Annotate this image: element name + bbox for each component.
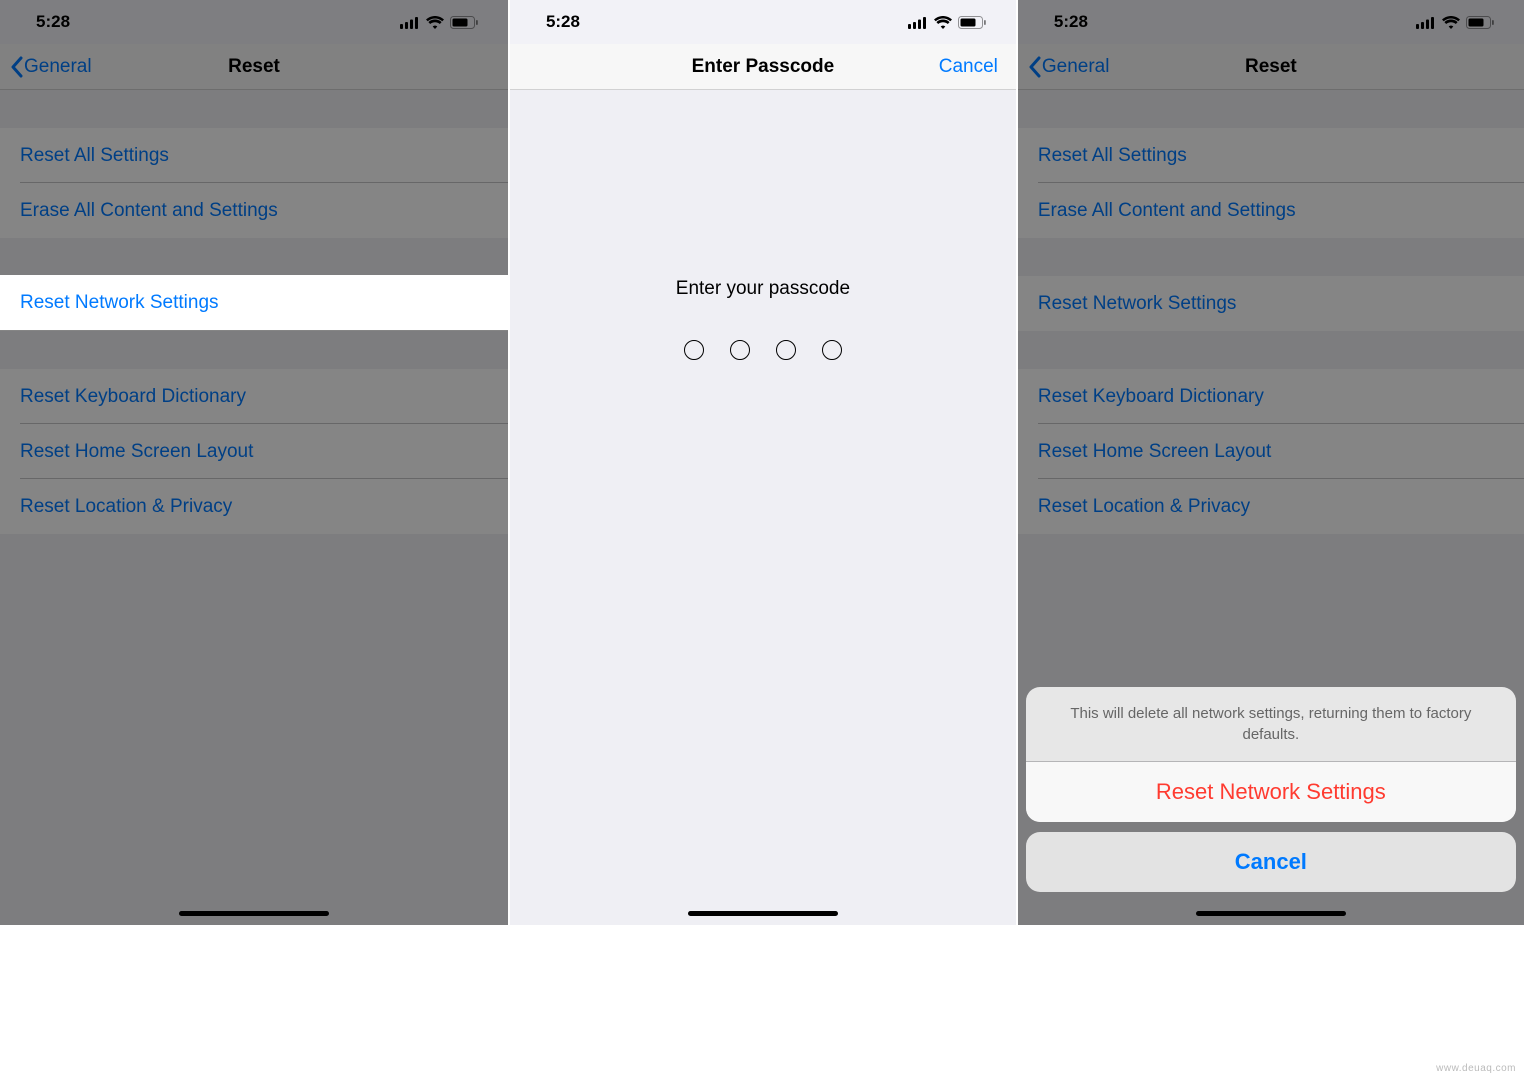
cancel-button[interactable]: Cancel xyxy=(939,56,998,78)
passcode-dot xyxy=(776,340,796,360)
signal-icon xyxy=(908,16,928,29)
status-bar: 5:28 xyxy=(510,0,1016,44)
dim-overlay xyxy=(0,0,508,925)
nav-bar: Enter Passcode Cancel xyxy=(510,44,1016,90)
battery-icon xyxy=(958,16,986,29)
cell-reset-network-highlighted[interactable]: Reset Network Settings xyxy=(0,275,508,330)
status-time: 5:28 xyxy=(546,12,580,32)
action-sheet: This will delete all network settings, r… xyxy=(1026,687,1516,892)
screen-reset-actionsheet: 5:28 General Reset Reset All Settings Er… xyxy=(1016,0,1524,925)
watermark: www.deuaq.com xyxy=(1436,1063,1516,1074)
passcode-dots xyxy=(510,340,1016,360)
nav-title: Enter Passcode xyxy=(692,56,835,78)
wifi-icon xyxy=(934,16,952,29)
passcode-dot xyxy=(822,340,842,360)
action-sheet-message: This will delete all network settings, r… xyxy=(1026,687,1516,762)
passcode-prompt: Enter your passcode xyxy=(510,278,1016,300)
passcode-content: Enter your passcode xyxy=(510,90,1016,925)
status-icons xyxy=(908,16,986,29)
action-sheet-confirm[interactable]: Reset Network Settings xyxy=(1026,762,1516,822)
screen-reset-highlight: 5:28 General Reset Reset All Settings Er… xyxy=(0,0,508,925)
passcode-dot xyxy=(684,340,704,360)
home-indicator[interactable] xyxy=(688,911,838,916)
screen-enter-passcode: 5:28 Enter Passcode Cancel Enter your pa… xyxy=(508,0,1016,925)
passcode-dot xyxy=(730,340,750,360)
action-sheet-cancel[interactable]: Cancel xyxy=(1026,832,1516,892)
home-indicator[interactable] xyxy=(179,911,329,916)
home-indicator[interactable] xyxy=(1196,911,1346,916)
